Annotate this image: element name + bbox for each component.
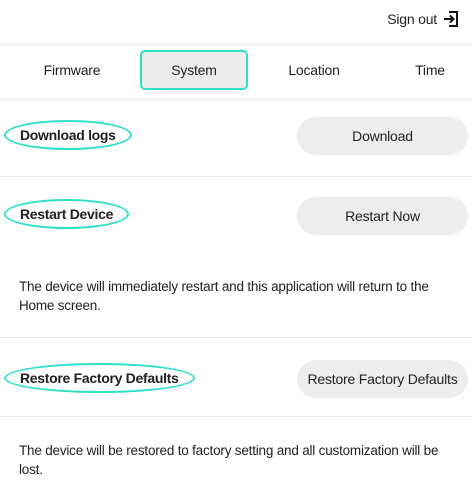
settings-tabs: Firmware System Location Time — [12, 50, 471, 90]
sign-out-label: Sign out — [387, 11, 437, 27]
header-divider — [0, 44, 473, 45]
tabs-divider — [0, 99, 473, 100]
row-divider — [0, 416, 473, 417]
restore-defaults-button[interactable]: Restore Factory Defaults — [297, 360, 468, 398]
tab-location[interactable]: Location — [268, 50, 360, 90]
sign-out-button[interactable]: Sign out — [387, 10, 459, 28]
row-divider — [0, 337, 473, 338]
tab-firmware[interactable]: Firmware — [26, 50, 118, 90]
restart-description: The device will immediately restart and … — [19, 279, 429, 313]
tab-system[interactable]: System — [140, 50, 248, 90]
sign-out-icon — [443, 10, 459, 28]
tab-time[interactable]: Time — [400, 50, 460, 90]
restore-defaults-label: Restore Factory Defaults — [4, 363, 195, 393]
restore-description: The device will be restored to factory s… — [19, 443, 439, 477]
row-divider — [0, 176, 473, 177]
download-button[interactable]: Download — [297, 117, 468, 155]
download-logs-label: Download logs — [4, 120, 132, 150]
restart-device-label: Restart Device — [4, 199, 130, 229]
restart-now-button[interactable]: Restart Now — [297, 197, 468, 235]
